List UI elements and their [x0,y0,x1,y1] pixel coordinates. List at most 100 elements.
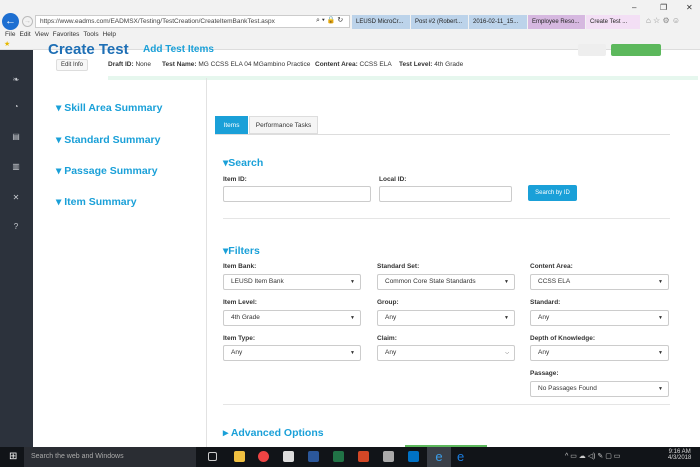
forward-button[interactable]: → [22,16,33,27]
draft-id-label: Draft ID: [108,61,134,68]
edge-icon[interactable]: e [457,447,464,467]
divider [223,218,670,219]
item-type-select[interactable]: Any▼ [223,345,361,361]
standard-select[interactable]: Any▼ [530,310,669,326]
local-id-input[interactable] [379,186,512,202]
taskbar-search[interactable]: Search the web and Windows [24,447,196,467]
restore-button[interactable]: ❐ [660,3,667,12]
powerpoint-icon[interactable] [358,451,369,462]
system-tray-icons[interactable]: ^ ▭ ☁ ◁) ✎ ▢ ▭ [565,452,620,460]
passage-label: Passage: [530,370,559,377]
chevron-down-icon: ▼ [350,275,355,289]
standard-summary[interactable]: ▾ Standard Summary [56,134,160,146]
draft-id: None [135,61,151,68]
depth-of-knowledge-label: Depth of Knowledge: [530,335,595,342]
browser-tab-active[interactable]: Create Test ... [586,15,640,29]
page-title: Create Test [48,41,129,58]
chevron-down-icon: ▼ [350,346,355,360]
depth-of-knowledge-select[interactable]: Any ▼ [530,345,669,361]
item-level-select[interactable]: 4th Grade ▼ [223,310,361,326]
windows-start-icon[interactable]: ⊞ [9,451,17,462]
group-select[interactable]: Any ▼ [377,310,515,326]
content-area-label: Content Area: [530,263,573,270]
primary-button[interactable] [611,44,661,56]
back-button[interactable]: ← [2,13,19,30]
standard-set-select[interactable]: Common Core State Standards ▼ [377,274,515,290]
item-bank-select[interactable]: LEUSD Item Bank ▼ [223,274,361,290]
passage-value: No Passages Found [538,385,597,392]
task-view-icon[interactable] [208,452,217,461]
test-name: MG CCSS ELA 04 MGambino Practice [198,61,310,68]
chrome-icon[interactable] [258,451,269,462]
chevron-down-icon: ▼ [658,382,663,396]
calculator-icon[interactable] [383,451,394,462]
tab-items[interactable]: Items [215,116,248,134]
secondary-button[interactable] [578,44,606,56]
item-level-value: 4th Grade [231,314,260,321]
standard-label: Standard: [530,299,560,306]
menu-help[interactable]: Help [103,31,116,38]
page-subtitle: Add Test Items [143,44,214,55]
group-label: Group: [377,299,399,306]
group-value: Any [385,314,396,321]
test-name-label: Test Name: [162,61,197,68]
app-sidebar: ❧ ◔ ▤ ▥ ✕ ? [0,50,33,447]
chevron-down-icon: ▼ [350,311,355,325]
chevron-down-icon: ▼ [658,346,663,360]
menu-file[interactable]: File [5,31,15,38]
content-area-select[interactable]: CCSS ELA▼ [530,274,669,290]
menu-edit[interactable]: Edit [19,31,30,38]
advanced-options-toggle[interactable]: ▸ Advanced Options [223,427,324,439]
menu-view[interactable]: View [35,31,49,38]
minimize-button[interactable]: – [632,3,636,12]
chevron-down-icon: ▼ [504,275,509,289]
skill-area-summary[interactable]: ▾ Skill Area Summary [56,102,162,114]
windows-taskbar: ⊞ Search the web and Windows e e ^ ▭ ☁ ◁… [0,447,700,467]
filters-heading: ▾Filters [223,245,260,257]
menu-tools[interactable]: Tools [83,31,98,38]
item-type-label: Item Type: [223,335,255,342]
standard-set-value: Common Core State Standards [385,278,476,285]
item-id-input[interactable] [223,186,371,202]
menu-favorites[interactable]: Favorites [53,31,80,38]
close-button[interactable]: ✕ [686,3,693,12]
chevron-down-icon: ▼ [658,311,663,325]
tab-performance-tasks[interactable]: Performance Tasks [249,116,318,134]
item-bank-value: LEUSD Item Bank [231,278,284,285]
help-icon[interactable]: ? [9,222,23,232]
tools-icon[interactable]: ✕ [9,193,23,203]
favorites-star-icon[interactable]: ★ [4,40,10,48]
claim-select[interactable]: Any⌵ [377,345,515,361]
outlook-icon[interactable] [408,451,419,462]
file-explorer-icon[interactable] [234,451,245,462]
dashboard-icon[interactable]: ◔ [9,102,23,112]
address-bar[interactable]: https://www.eadms.com/EADMSX/Testing/Tes… [35,15,350,28]
chevron-down-icon: ▼ [504,311,509,325]
home-star-gear-icons[interactable]: ⌂ ☆ ⚙ ☺ [646,16,680,25]
summary-panel: ▾ Skill Area Summary ▾ Standard Summary … [33,78,207,447]
item-bank-label: Item Bank: [223,263,256,270]
clock[interactable]: 9:16 AM4/3/2018 [668,449,691,461]
search-lock-refresh-icons[interactable]: ⌕ ▾ 🔒 ↻ [316,16,343,25]
item-summary[interactable]: ▾ Item Summary [56,196,137,208]
claim-value: Any [385,349,396,356]
browser-tab[interactable]: LEUSD MicroCr... [352,15,410,29]
passage-select[interactable]: No Passages Found ▼ [530,381,669,397]
search-heading: ▾Search [223,157,263,169]
internet-explorer-icon[interactable]: e [427,447,451,467]
document-icon[interactable]: ▤ [9,132,23,142]
word-icon[interactable] [308,451,319,462]
photos-icon[interactable] [283,451,294,462]
divider [223,404,670,405]
search-by-id-button[interactable]: Search by ID [528,185,577,201]
chart-icon[interactable]: ▥ [9,162,23,172]
depth-of-knowledge-value: Any [538,349,549,356]
passage-summary[interactable]: ▾ Passage Summary [56,165,158,177]
browser-tab[interactable]: Employee Reso... [528,15,585,29]
leaf-icon[interactable]: ❧ [9,75,23,85]
edit-info-button[interactable]: Edit Info [56,59,88,71]
browser-tab[interactable]: Post #2 (Robert... [411,15,468,29]
browser-tab[interactable]: 2016-02-11_15... [469,15,527,29]
excel-icon[interactable] [333,451,344,462]
content-area: CCSS ELA [360,61,392,68]
